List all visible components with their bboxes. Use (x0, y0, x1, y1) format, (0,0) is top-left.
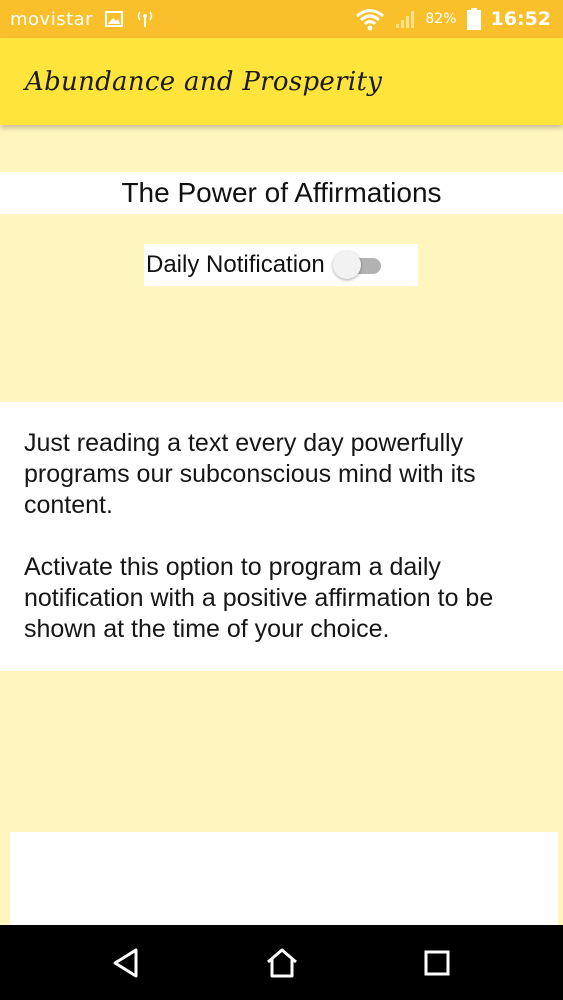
bottom-panel (10, 832, 558, 925)
status-left: movistar (10, 9, 155, 30)
section-title: The Power of Affirmations (121, 177, 442, 208)
status-bar: movistar 82% 16:52 (0, 0, 563, 38)
back-button[interactable] (108, 945, 144, 981)
daily-notification-label: Daily Notification (146, 251, 325, 278)
app-screen: movistar 82% 16:52 Abundance and Prosper… (0, 0, 563, 1000)
daily-notification-row[interactable]: Daily Notification (144, 244, 418, 286)
daily-notification-switch[interactable] (332, 250, 383, 280)
wifi-icon (355, 7, 385, 31)
status-right: 82% 16:52 (355, 7, 551, 31)
battery-icon (466, 8, 481, 30)
image-icon (105, 11, 124, 27)
back-icon (113, 948, 138, 977)
recents-icon (424, 950, 450, 975)
navigation-bar (0, 925, 563, 1000)
app-title: Abundance and Prosperity (25, 66, 383, 97)
battery-percent: 82% (425, 11, 457, 27)
app-bar: Abundance and Prosperity (0, 38, 563, 125)
description-card: Just reading a text every day powerfully… (0, 402, 563, 671)
clock: 16:52 (490, 8, 551, 30)
switch-thumb (332, 251, 361, 279)
carrier-name: movistar (10, 8, 94, 30)
description-paragraph: Just reading a text every day powerfully… (24, 429, 476, 519)
section-header: The Power of Affirmations (0, 172, 563, 214)
home-button[interactable] (264, 945, 300, 981)
recents-button[interactable] (419, 945, 455, 981)
cell-signal-icon (395, 9, 415, 29)
home-icon (266, 948, 297, 977)
description-paragraph: Activate this option to program a daily … (24, 553, 494, 643)
hotspot-icon (135, 10, 155, 28)
